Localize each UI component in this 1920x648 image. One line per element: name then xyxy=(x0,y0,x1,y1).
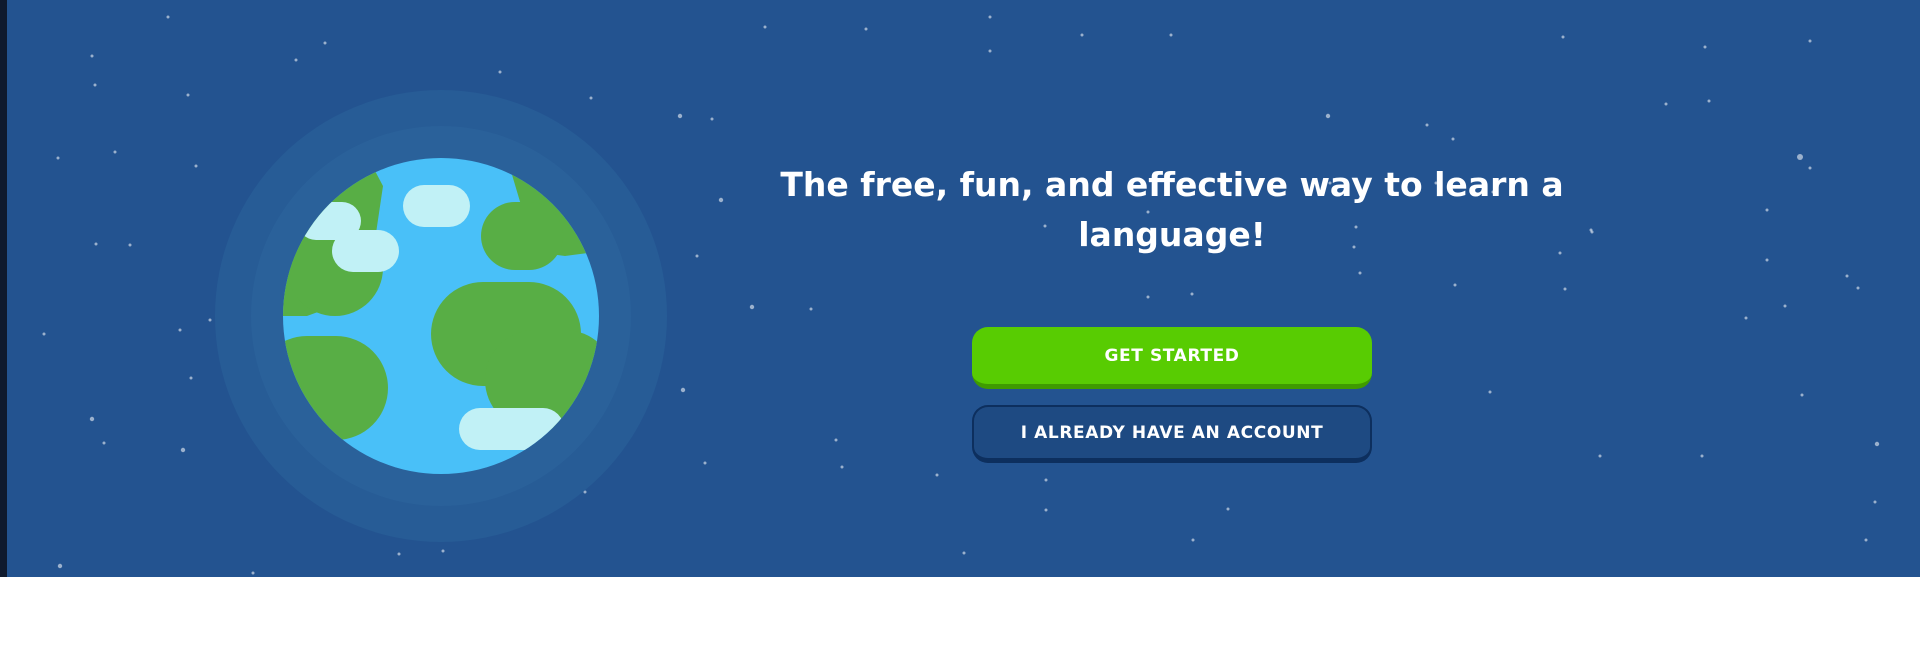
already-have-account-button[interactable]: I ALREADY HAVE AN ACCOUNT xyxy=(972,405,1372,463)
hero-section: The free, fun, and effective way to lear… xyxy=(0,0,1920,577)
earth-globe-illustration xyxy=(215,90,667,542)
page-below-hero xyxy=(0,577,1920,648)
get-started-button[interactable]: GET STARTED xyxy=(972,327,1372,389)
hero-headline: The free, fun, and effective way to lear… xyxy=(780,165,1564,254)
hero-content: The free, fun, and effective way to lear… xyxy=(760,160,1584,463)
